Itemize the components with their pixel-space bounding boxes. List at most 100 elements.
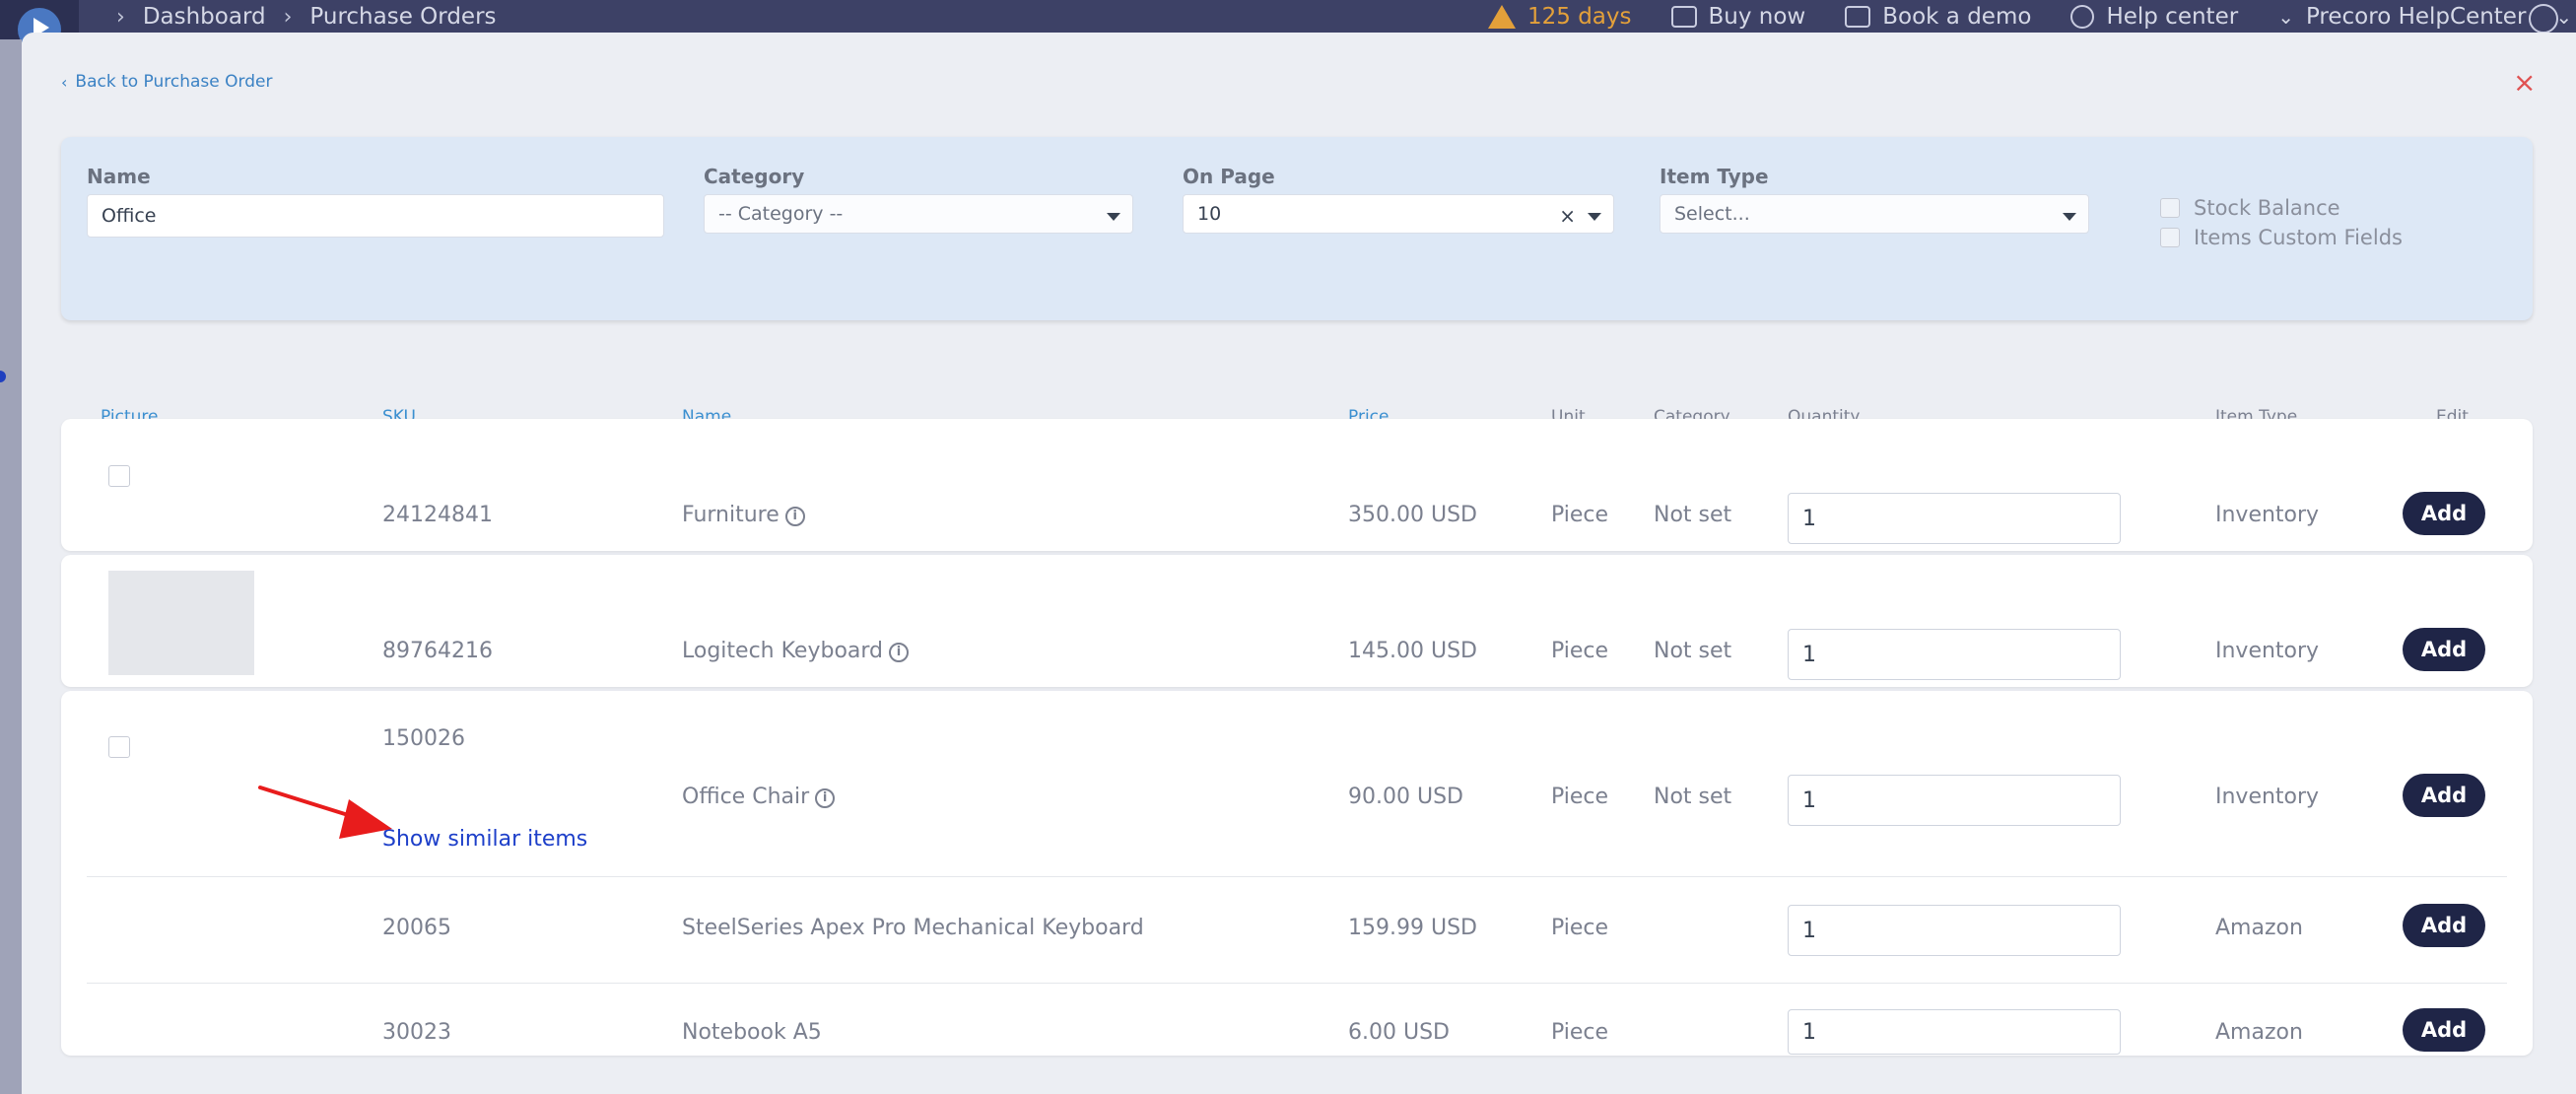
name-filter-value: Office bbox=[102, 205, 157, 227]
lifebuoy-icon bbox=[2070, 5, 2095, 29]
breadcrumb: › Dashboard › Purchase Orders bbox=[116, 4, 497, 30]
org-name: Precoro HelpCenter bbox=[2305, 4, 2527, 30]
row-name[interactable]: Notebook A5 bbox=[682, 1020, 822, 1045]
chevron-right-icon: › bbox=[283, 4, 293, 30]
row-price: 145.00 USD bbox=[1348, 639, 1477, 663]
clear-icon[interactable]: × bbox=[1559, 204, 1576, 228]
row-divider bbox=[87, 876, 2507, 877]
back-link-label: Back to Purchase Order bbox=[75, 72, 273, 92]
row-price: 90.00 USD bbox=[1348, 785, 1463, 809]
row-item-type: Inventory bbox=[2215, 785, 2320, 809]
row-name[interactable]: Logitech Keyboard i bbox=[682, 639, 910, 663]
row-price: 350.00 USD bbox=[1348, 503, 1477, 527]
back-to-purchase-order-link[interactable]: ‹ Back to Purchase Order bbox=[61, 72, 272, 92]
caret-down-icon bbox=[1107, 213, 1120, 221]
row-item-type: Amazon bbox=[2215, 916, 2303, 940]
annotation-arrow-icon bbox=[258, 786, 392, 839]
quantity-input[interactable]: 1 bbox=[1788, 1009, 2121, 1055]
row-name[interactable]: Office Chair i bbox=[682, 785, 836, 809]
filter-panel: Name Office Category -- Category -- On P… bbox=[61, 137, 2533, 320]
quantity-value: 1 bbox=[1802, 642, 1816, 667]
quantity-input[interactable]: 1 bbox=[1788, 775, 2121, 826]
name-filter-label: Name bbox=[87, 165, 151, 188]
quantity-value: 1 bbox=[1802, 787, 1816, 813]
info-icon[interactable]: i bbox=[784, 507, 805, 526]
itemtype-select-placeholder: Select... bbox=[1674, 203, 1750, 225]
book-demo-label: Book a demo bbox=[1882, 4, 2032, 30]
row-name[interactable]: SteelSeries Apex Pro Mechanical Keyboard bbox=[682, 916, 1144, 940]
category-select-value: -- Category -- bbox=[718, 203, 844, 225]
row-category: Not set bbox=[1654, 503, 1732, 527]
add-button[interactable]: Add bbox=[2403, 1008, 2485, 1052]
trial-days: 125 days bbox=[1527, 4, 1632, 30]
similar-items-group: 150026 Show similar items Office Chair i … bbox=[61, 691, 2533, 1056]
chevron-down-icon: ⌄ bbox=[2277, 5, 2294, 29]
quantity-input[interactable]: 1 bbox=[1788, 905, 2121, 956]
table-row: 24124841 Furniture i 350.00 USD Piece Not… bbox=[61, 419, 2533, 551]
help-center-label: Help center bbox=[2106, 4, 2239, 30]
buy-now-button[interactable]: Buy now bbox=[1670, 4, 1806, 30]
row-unit: Piece bbox=[1551, 916, 1609, 940]
add-button[interactable]: Add bbox=[2403, 628, 2485, 671]
row-divider bbox=[87, 983, 2507, 984]
calendar-icon bbox=[1845, 6, 1871, 28]
row-sku: 30023 bbox=[382, 1020, 451, 1045]
stock-balance-checkbox[interactable] bbox=[2160, 198, 2180, 218]
add-button[interactable]: Add bbox=[2403, 904, 2485, 947]
show-similar-items-link[interactable]: Show similar items bbox=[382, 827, 587, 852]
help-center-button[interactable]: Help center bbox=[2070, 4, 2238, 30]
row-select-checkbox[interactable] bbox=[108, 465, 130, 487]
buy-now-label: Buy now bbox=[1708, 4, 1806, 30]
table-row: 89764216 Logitech Keyboard i 145.00 USD P… bbox=[61, 555, 2533, 687]
quantity-value: 1 bbox=[1802, 918, 1816, 943]
close-icon[interactable]: × bbox=[2513, 66, 2536, 99]
custom-fields-label: Items Custom Fields bbox=[2194, 226, 2403, 249]
row-unit: Piece bbox=[1551, 1020, 1609, 1045]
breadcrumb-purchase-orders[interactable]: Purchase Orders bbox=[309, 4, 496, 30]
warning-icon bbox=[1488, 5, 1516, 29]
category-filter-label: Category bbox=[704, 165, 805, 188]
row-sku: 24124841 bbox=[382, 503, 493, 527]
item-thumbnail bbox=[108, 571, 254, 675]
quantity-value: 1 bbox=[1802, 506, 1816, 531]
quantity-input[interactable]: 1 bbox=[1788, 629, 2121, 680]
itemtype-select[interactable]: Select... bbox=[1660, 194, 2089, 234]
info-icon[interactable]: i bbox=[889, 643, 910, 662]
add-button[interactable]: Add bbox=[2403, 492, 2485, 535]
row-unit: Piece bbox=[1551, 785, 1609, 809]
custom-fields-option[interactable]: Items Custom Fields bbox=[2160, 226, 2403, 249]
trial-warning[interactable]: 125 days bbox=[1488, 4, 1632, 30]
row-name-text: Logitech Keyboard bbox=[682, 639, 884, 663]
onpage-select[interactable]: 10 × bbox=[1183, 194, 1614, 234]
row-category: Not set bbox=[1654, 785, 1732, 809]
page-backdrop bbox=[0, 39, 22, 1094]
wallet-icon bbox=[1670, 6, 1697, 28]
stock-balance-option[interactable]: Stock Balance bbox=[2160, 196, 2340, 220]
add-button[interactable]: Add bbox=[2403, 774, 2485, 817]
name-filter-input[interactable]: Office bbox=[87, 194, 664, 238]
row-sku: 20065 bbox=[382, 916, 451, 940]
row-item-type: Amazon bbox=[2215, 1020, 2303, 1045]
category-select[interactable]: -- Category -- bbox=[704, 194, 1133, 234]
info-icon[interactable]: i bbox=[815, 788, 836, 808]
book-demo-button[interactable]: Book a demo bbox=[1845, 4, 2031, 30]
row-sku: 89764216 bbox=[382, 639, 493, 663]
row-name-text: Furniture bbox=[682, 503, 780, 527]
breadcrumb-dashboard[interactable]: Dashboard bbox=[143, 4, 266, 30]
row-select-checkbox[interactable] bbox=[108, 736, 130, 758]
chevron-right-icon: › bbox=[116, 4, 125, 30]
quantity-value: 1 bbox=[1802, 1019, 1816, 1045]
row-category: Not set bbox=[1654, 639, 1732, 663]
quantity-input[interactable]: 1 bbox=[1788, 493, 2121, 544]
row-price: 6.00 USD bbox=[1348, 1020, 1450, 1045]
caret-down-icon bbox=[2063, 213, 2076, 221]
custom-fields-checkbox[interactable] bbox=[2160, 228, 2180, 247]
row-unit: Piece bbox=[1551, 503, 1609, 527]
user-icon[interactable] bbox=[2529, 4, 2558, 34]
row-price: 159.99 USD bbox=[1348, 916, 1477, 940]
catalog-modal: ‹ Back to Purchase Order × Name Office C… bbox=[22, 33, 2576, 1094]
row-name[interactable]: Furniture i bbox=[682, 503, 805, 527]
topbar-actions: 125 days Buy now Book a demo Help center… bbox=[1488, 4, 2572, 30]
chevron-left-icon: ‹ bbox=[61, 72, 68, 92]
caret-down-icon bbox=[1588, 213, 1601, 221]
